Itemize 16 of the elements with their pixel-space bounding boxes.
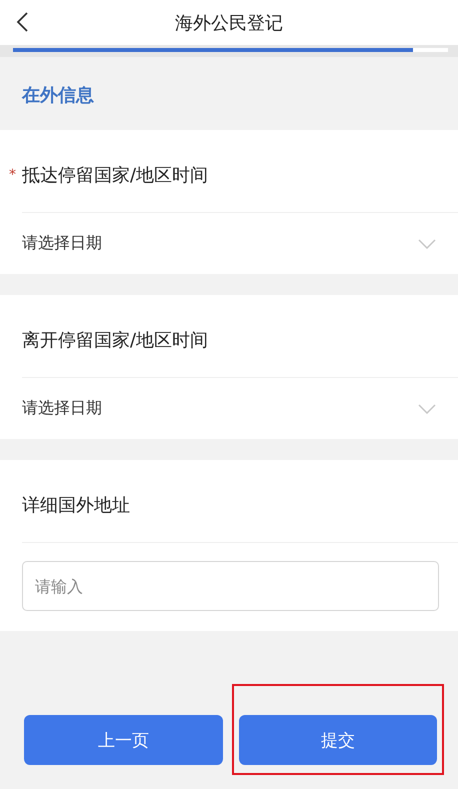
section-title: 在外信息: [20, 84, 95, 108]
chevron-down-icon: [418, 404, 436, 414]
select-placeholder: 请选择日期: [22, 398, 102, 419]
previous-page-button[interactable]: 上一页: [24, 715, 222, 765]
chevron-down-icon: [418, 238, 436, 248]
required-mark: *: [9, 167, 16, 183]
field-label: 离开停留国家/地区时间: [22, 329, 208, 352]
date-select[interactable]: 请选择日期: [0, 378, 458, 439]
field-label: 详细国外地址: [22, 494, 130, 517]
address-input[interactable]: 请输入: [22, 561, 439, 611]
field-label: 抵达停留国家/地区时间: [22, 164, 208, 187]
submit-button[interactable]: 提交: [238, 715, 437, 765]
select-placeholder: 请选择日期: [22, 233, 102, 254]
date-select[interactable]: 请选择日期: [0, 213, 458, 274]
back-icon[interactable]: [16, 12, 28, 32]
page-title: 海外公民登记: [175, 12, 283, 34]
